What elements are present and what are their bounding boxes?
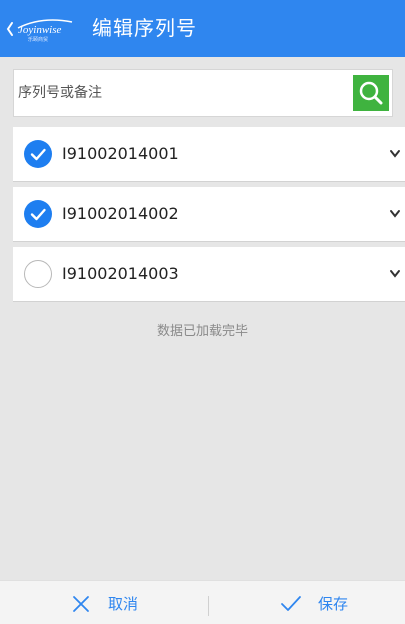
close-icon xyxy=(70,595,92,613)
logo-subtext: 乐颐商贸 xyxy=(28,36,48,43)
checkmark-icon xyxy=(280,595,302,613)
search-input[interactable] xyxy=(18,78,343,108)
joyinwise-logo: Joyinwise 乐颐商贸 xyxy=(6,19,73,43)
chevron-down-icon[interactable] xyxy=(389,149,401,159)
load-status-text: 数据已加载完毕 xyxy=(156,324,248,339)
check-icon xyxy=(30,208,46,221)
divider xyxy=(208,596,209,616)
save-label: 保存 xyxy=(318,595,349,613)
back-button[interactable]: Joyinwise 乐颐商贸 xyxy=(6,14,80,44)
serial-number: I91002014001 xyxy=(62,144,179,163)
cancel-label: 取消 xyxy=(108,595,139,613)
app-header: Joyinwise 乐颐商贸 编辑序列号 xyxy=(0,0,405,57)
chevron-down-icon[interactable] xyxy=(389,209,401,219)
page-title: 编辑序列号 xyxy=(92,16,197,40)
checked-checkbox[interactable] xyxy=(24,200,52,228)
serial-number: I91002014002 xyxy=(62,204,179,223)
serial-row[interactable]: I91002014002 xyxy=(13,187,405,242)
serial-row[interactable]: I91002014003 xyxy=(13,247,405,302)
unchecked-checkbox[interactable] xyxy=(24,260,52,288)
check-icon xyxy=(30,148,46,161)
bottom-action-bar: 取消 保存 xyxy=(0,580,405,624)
search-button[interactable] xyxy=(353,75,389,111)
chevron-down-icon[interactable] xyxy=(389,269,401,279)
search-bar xyxy=(13,69,393,117)
search-icon xyxy=(359,81,383,105)
logo-text: Joyinwise xyxy=(18,24,61,36)
checked-checkbox[interactable] xyxy=(24,140,52,168)
serial-row[interactable]: I91002014001 xyxy=(13,127,405,182)
serial-number: I91002014003 xyxy=(62,264,179,283)
